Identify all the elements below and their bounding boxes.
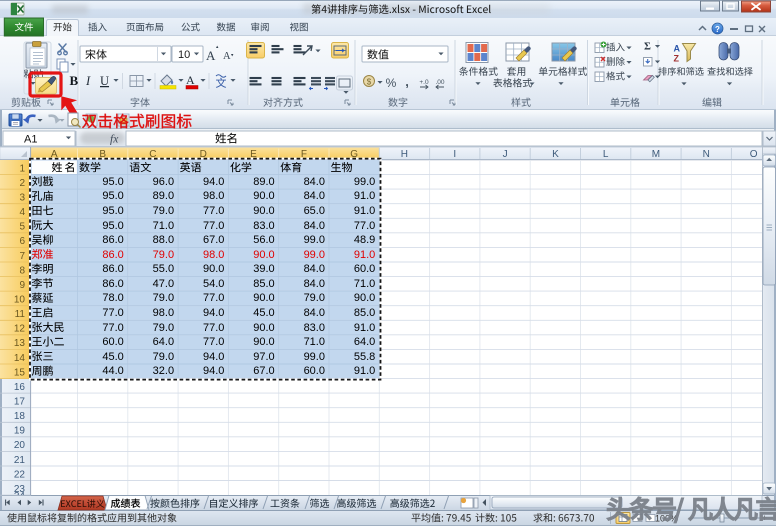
svg-text:A: A [186, 73, 195, 87]
svg-text:8: 8 [19, 265, 25, 276]
svg-text:4: 4 [19, 207, 25, 218]
svg-text:Σ: Σ [644, 42, 651, 53]
svg-text:H: H [401, 149, 408, 160]
svg-text:Z: Z [674, 54, 680, 64]
svg-text:6: 6 [19, 236, 25, 247]
svg-text:.00: .00 [435, 79, 444, 86]
svg-text:K: K [552, 149, 559, 160]
svg-text:24: 24 [14, 491, 26, 502]
svg-text:I: I [85, 74, 91, 88]
svg-text:15: 15 [14, 367, 26, 378]
svg-text:16: 16 [14, 382, 26, 393]
svg-text:20: 20 [14, 440, 26, 451]
svg-text:12: 12 [14, 324, 26, 335]
svg-text:A1: A1 [24, 134, 37, 146]
svg-text:M: M [652, 149, 660, 160]
svg-text:10: 10 [14, 295, 26, 306]
svg-text:A: A [223, 51, 231, 62]
svg-text:10: 10 [178, 49, 190, 61]
svg-text:,: , [405, 74, 409, 89]
svg-text:9: 9 [19, 280, 25, 291]
svg-text:L: L [603, 149, 609, 160]
svg-text:J: J [503, 149, 508, 160]
svg-text:?: ? [715, 25, 720, 34]
svg-text:21: 21 [14, 455, 26, 466]
svg-text:1: 1 [19, 163, 25, 174]
svg-text:A: A [206, 48, 216, 63]
svg-text:%: % [386, 76, 397, 90]
svg-text:14: 14 [14, 353, 26, 364]
svg-text:+.0: +.0 [419, 79, 429, 86]
svg-text:11: 11 [15, 309, 26, 320]
svg-text:fx: fx [110, 134, 119, 146]
svg-text:7: 7 [19, 251, 25, 262]
svg-text:U: U [100, 74, 109, 88]
svg-text:17: 17 [14, 397, 26, 408]
svg-text:5: 5 [19, 222, 25, 233]
svg-text:13: 13 [14, 338, 26, 349]
svg-text:18: 18 [14, 411, 26, 422]
svg-text:$: $ [367, 78, 372, 87]
svg-text:3: 3 [19, 193, 25, 204]
svg-text:N: N [703, 149, 710, 160]
svg-text:A: A [674, 44, 681, 54]
svg-text:I: I [453, 149, 456, 160]
svg-text:19: 19 [14, 426, 26, 437]
svg-text:O: O [750, 149, 758, 160]
svg-text:2: 2 [19, 178, 25, 189]
svg-text:22: 22 [14, 469, 26, 480]
svg-text:B: B [70, 73, 79, 88]
